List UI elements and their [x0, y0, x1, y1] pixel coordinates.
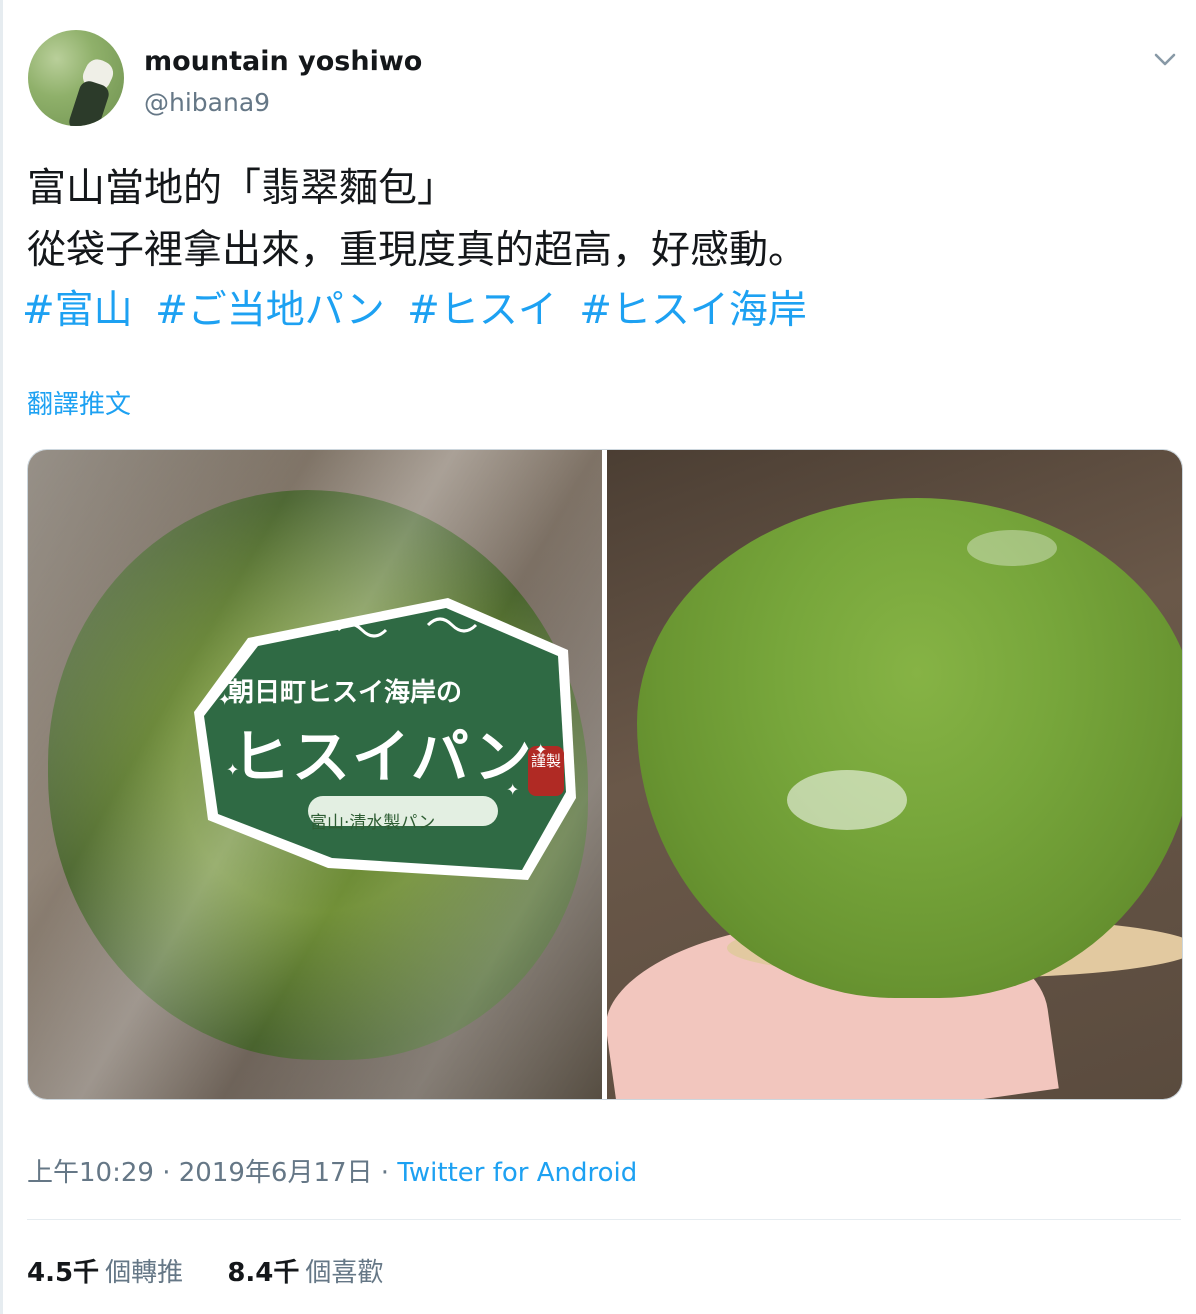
media-grid: 朝日町ヒスイ海岸の ヒスイパン 富山·清水製パン 謹製 ✦ ✦ ✦ ✦	[27, 449, 1183, 1100]
sparkle-icon: ✦	[534, 740, 548, 759]
hashtag-row: #富山 #ご当地パン #ヒスイ #ヒスイ海岸	[22, 286, 817, 336]
green-bun	[637, 498, 1182, 998]
retweet-count[interactable]: 4.5千 個轉推	[27, 1258, 183, 1288]
label-maker: 富山·清水製パン	[310, 813, 436, 833]
hashtag-link[interactable]: #ヒスイ	[407, 288, 557, 333]
hashtag-link[interactable]: #富山	[22, 288, 133, 333]
translate-tweet-link[interactable]: 翻譯推文	[27, 384, 131, 421]
retweet-count-label: 個轉推	[105, 1258, 184, 1288]
label-title: ヒスイパン	[232, 723, 534, 791]
like-count-label: 個喜歡	[305, 1258, 384, 1288]
sparkle-icon: ✦	[226, 760, 240, 779]
tweet-source-link[interactable]: Twitter for Android	[397, 1158, 637, 1188]
bun-highlight	[967, 530, 1057, 566]
photo-bagged-bread[interactable]: 朝日町ヒスイ海岸の ヒスイパン 富山·清水製パン 謹製 ✦ ✦ ✦ ✦	[28, 450, 602, 1099]
label-subtitle: 朝日町ヒスイ海岸の	[228, 678, 463, 708]
engagement-stats: 4.5千 個轉推 8.4千 個喜歡	[27, 1252, 419, 1289]
chevron-down-icon[interactable]	[1150, 44, 1180, 74]
tweet-meta: 上午10:29 · 2019年6月17日 · Twitter for Andro…	[27, 1152, 637, 1189]
photo-unwrapped-bread[interactable]	[607, 450, 1182, 1099]
left-border	[0, 0, 3, 1314]
tweet-time[interactable]: 上午10:29	[27, 1158, 154, 1188]
sparkle-icon: ✦	[218, 690, 232, 709]
meta-separator: ·	[380, 1158, 390, 1188]
avatar-leg	[66, 78, 112, 126]
divider-line	[27, 1219, 1181, 1220]
author-display-name[interactable]: mountain yoshiwo	[144, 46, 422, 77]
retweet-count-number: 4.5千	[27, 1258, 100, 1288]
like-count[interactable]: 8.4千 個喜歡	[227, 1258, 383, 1288]
avatar[interactable]	[28, 30, 124, 126]
bun-highlight	[787, 770, 907, 830]
tweet-text-line1: 富山當地的「翡翠麵包」	[27, 166, 457, 211]
hashtag-link[interactable]: #ご当地パン	[155, 288, 385, 333]
author-handle[interactable]: @hibana9	[144, 88, 270, 117]
sparkle-icon: ✦	[506, 780, 520, 799]
tweet-date[interactable]: 2019年6月17日	[179, 1158, 373, 1188]
like-count-number: 8.4千	[227, 1258, 300, 1288]
hashtag-link[interactable]: #ヒスイ海岸	[579, 288, 807, 333]
meta-separator: ·	[162, 1158, 171, 1188]
tweet-text-line2: 從袋子裡拿出來，重現度真的超高，好感動。	[27, 228, 808, 273]
